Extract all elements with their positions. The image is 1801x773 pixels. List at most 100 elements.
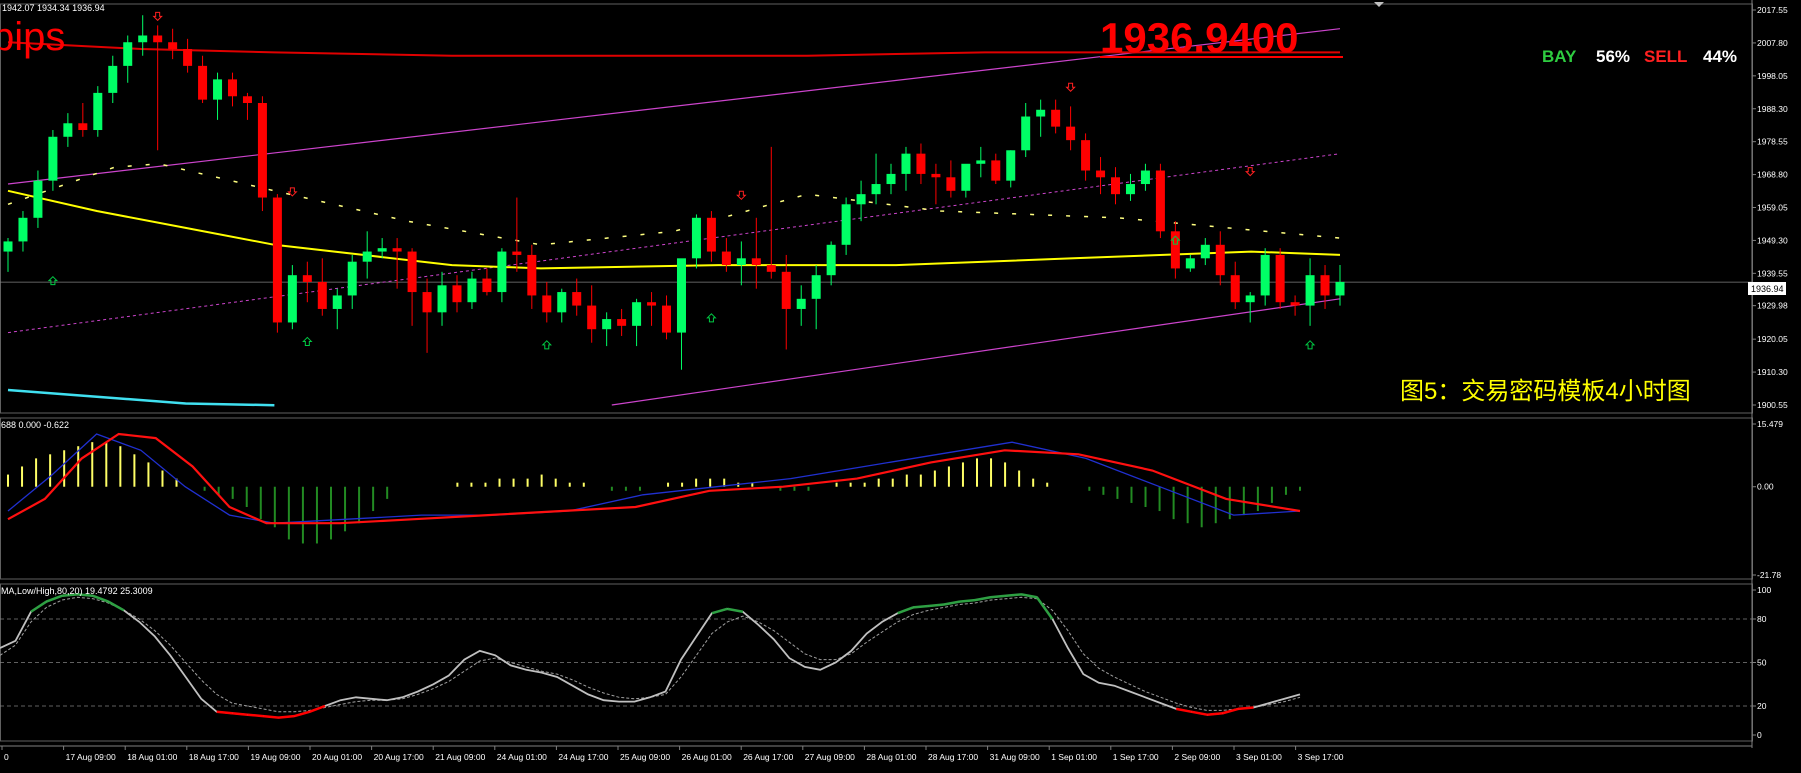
- candle-body: [362, 251, 372, 262]
- candle-body: [676, 258, 686, 333]
- time-tick-label: 21 Aug 09:00: [435, 752, 485, 762]
- candle: [93, 86, 103, 137]
- candle-body: [1006, 150, 1016, 181]
- candle-body: [617, 319, 627, 326]
- candle-body: [452, 285, 462, 303]
- candle-body: [841, 204, 851, 245]
- candle-body: [1275, 254, 1285, 303]
- price-tick-label: 2007.80: [1757, 38, 1788, 48]
- stoch-hot-segment: [247, 713, 264, 718]
- candle-body: [662, 305, 672, 333]
- price-tick-label: 2017.55: [1757, 5, 1788, 15]
- macd-tick-label: 0.00: [1757, 482, 1774, 492]
- ohlc-readout: 1942.07 1934.34 1936.94: [2, 3, 105, 13]
- candle-body: [781, 271, 791, 309]
- candle-body: [961, 163, 971, 191]
- price-tick-label: 1988.30: [1757, 104, 1788, 114]
- time-tick-label: 18 Aug 01:00: [127, 752, 177, 762]
- current-price-tag: 1936.94: [1751, 284, 1784, 294]
- time-tick-label: 24 Aug 01:00: [497, 752, 547, 762]
- candle: [272, 194, 282, 333]
- time-tick-label: 28 Aug 01:00: [866, 752, 916, 762]
- time-tick-label: 18 Aug 17:00: [189, 752, 239, 762]
- candle-body: [1036, 109, 1046, 117]
- stoch-tick-label: 50: [1757, 658, 1767, 668]
- candle-body: [572, 292, 582, 306]
- time-tick-label: 31 Aug 09:00: [990, 752, 1040, 762]
- time-tick-label: 3 Sep 01:00: [1236, 752, 1282, 762]
- candle-body: [377, 248, 387, 252]
- candle-body: [422, 292, 432, 313]
- candle-body: [153, 35, 163, 43]
- stoch-hot-segment: [262, 714, 279, 719]
- candle-body: [18, 217, 28, 242]
- stoch-tick-label: 0: [1757, 730, 1762, 740]
- candle-body: [302, 275, 312, 282]
- price-tick-label: 1939.55: [1757, 268, 1788, 278]
- candle-body: [1200, 244, 1210, 259]
- candle-body: [557, 292, 567, 313]
- candle-body: [347, 261, 357, 296]
- candle-body: [1215, 244, 1225, 276]
- stoch-hot-segment: [912, 604, 929, 609]
- candle-body: [811, 275, 821, 299]
- candle-body: [1290, 302, 1300, 306]
- time-tick-label: 25 Aug 09:00: [620, 752, 670, 762]
- time-tick-label: 27 Aug 09:00: [805, 752, 855, 762]
- macd-label: 688 0.000 -0.622: [1, 420, 69, 430]
- candle-body: [886, 173, 896, 185]
- sell-label: SELL: [1644, 47, 1687, 66]
- price-tick-label: 1968.80: [1757, 170, 1788, 180]
- stoch-tick-label: 20: [1757, 701, 1767, 711]
- bay-label: BAY: [1542, 47, 1577, 66]
- candle-body: [1155, 170, 1165, 232]
- chart-canvas[interactable]: 2017.55 2007.80 1998.05 1988.30 1978.55 1968.…: [0, 0, 1801, 768]
- candle-body: [871, 184, 881, 195]
- price-tick-label: 1920.05: [1757, 334, 1788, 344]
- candle-body: [796, 298, 806, 309]
- price-tick-label: 1900.55: [1757, 400, 1788, 410]
- trading-chart-window[interactable]: 2017.55 2007.80 1998.05 1988.30 1978.55 1968.…: [0, 0, 1801, 768]
- candle-body: [123, 42, 133, 66]
- price-tick-label: 1929.98: [1757, 301, 1788, 311]
- candle-body: [1230, 275, 1240, 303]
- candle-body: [991, 160, 1001, 181]
- candle-body: [542, 295, 552, 313]
- bay-percent: 56%: [1596, 47, 1630, 66]
- candle-body: [272, 197, 282, 323]
- candle-body: [1096, 170, 1106, 178]
- candle-body: [108, 65, 118, 93]
- candle-body: [467, 278, 477, 303]
- candle: [1275, 248, 1285, 309]
- time-tick-label: 1 Sep 17:00: [1113, 752, 1159, 762]
- candle-body: [1066, 126, 1076, 141]
- candle-body: [213, 79, 223, 100]
- candle-body: [198, 65, 208, 100]
- candle-body: [587, 305, 597, 330]
- pips-label: pips: [0, 15, 65, 59]
- candle-body: [1051, 109, 1061, 127]
- macd-tick-label: 15.479: [1757, 419, 1783, 429]
- price-tick-label: 1978.55: [1757, 137, 1788, 147]
- candle-body: [1125, 184, 1135, 195]
- candle-body: [1021, 116, 1031, 151]
- stoch-hot-segment: [216, 710, 233, 715]
- candle-body: [1185, 258, 1195, 269]
- price-tick-label: 1910.30: [1757, 367, 1788, 377]
- candle-body: [946, 177, 956, 191]
- candle-body: [392, 248, 402, 252]
- time-tick-label: 0: [4, 752, 9, 762]
- time-tick-label: 17 Aug 09:00: [66, 752, 116, 762]
- candle-body: [1140, 170, 1150, 185]
- candle-body: [751, 258, 761, 266]
- time-tick-label: 20 Aug 17:00: [374, 752, 424, 762]
- candle-body: [1260, 254, 1270, 296]
- candle-body: [632, 302, 642, 326]
- candle-body: [647, 302, 657, 306]
- candle-body: [48, 136, 58, 181]
- candle-body: [317, 281, 327, 309]
- candle-body: [1111, 177, 1121, 195]
- candle-body: [706, 217, 716, 252]
- time-tick-label: 26 Aug 17:00: [743, 752, 793, 762]
- candle-body: [497, 251, 507, 293]
